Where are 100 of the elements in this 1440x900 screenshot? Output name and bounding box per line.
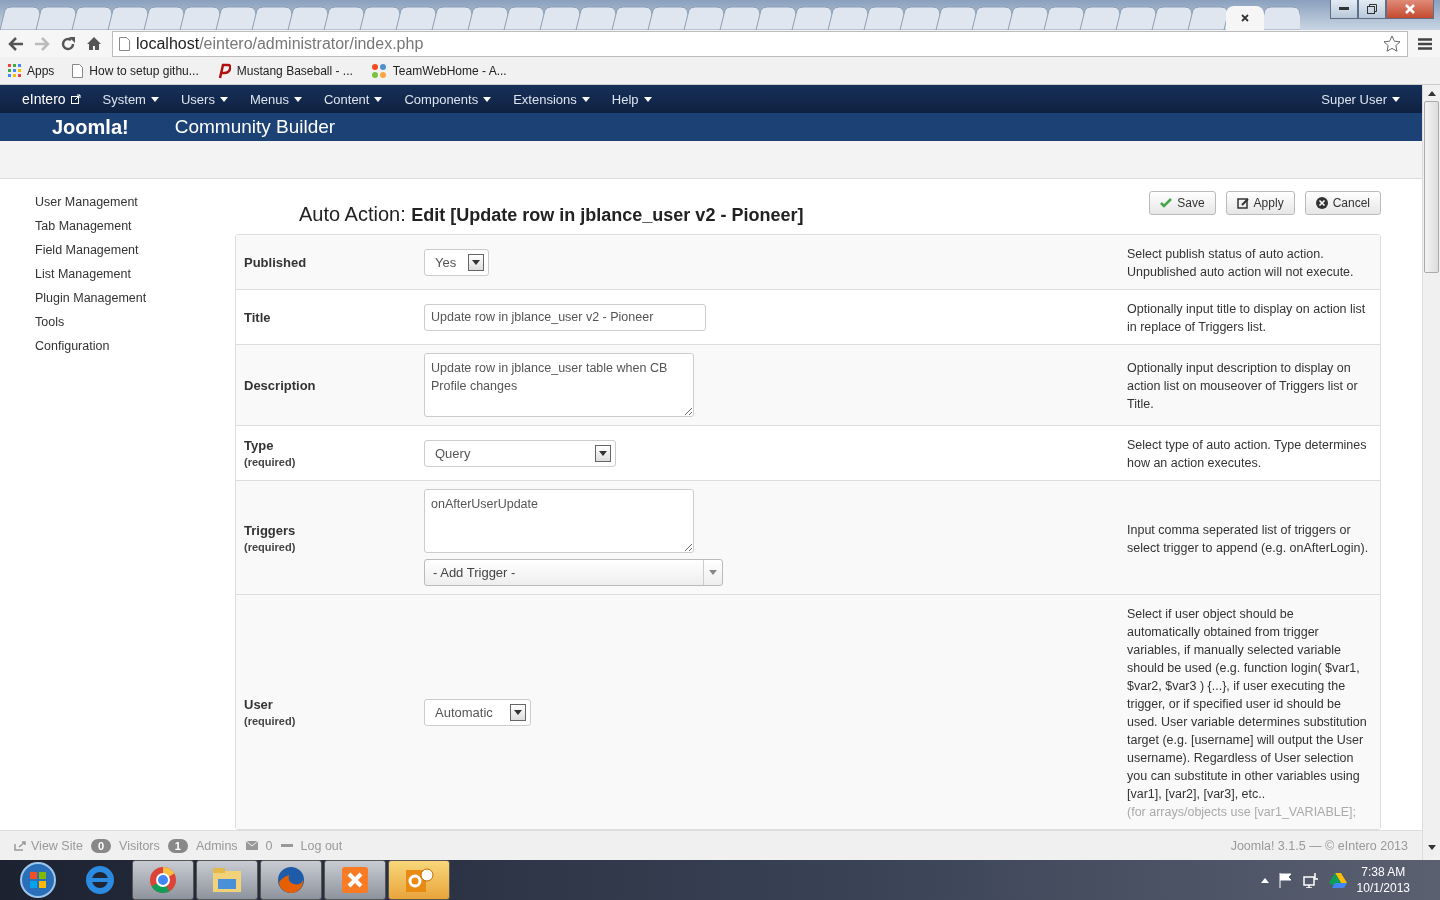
select-field[interactable]: Query (424, 439, 616, 467)
url-text: localhost/eintero/administrator/index.php (136, 34, 424, 53)
scroll-thumb[interactable] (1424, 101, 1439, 273)
external-link-icon (70, 94, 81, 104)
select-field[interactable]: Automatic (424, 698, 531, 726)
bookmark[interactable]: Apps (8, 63, 55, 78)
address-bar[interactable]: localhost/eintero/administrator/index.php (112, 30, 1408, 57)
scroll-up-icon[interactable] (1427, 91, 1436, 96)
component-title: Community Builder (174, 116, 336, 138)
nav-menu[interactable]: Help (611, 91, 652, 107)
field-label: Description (244, 377, 317, 393)
select-field[interactable]: Yes (424, 248, 489, 276)
taskbar-app-icon[interactable] (388, 860, 450, 900)
caret-icon (581, 96, 590, 102)
help-text: Optionally input description to display on action list on mouseover of Triggers list or Title. (1127, 360, 1359, 413)
taskbar-app-icon[interactable] (324, 860, 386, 900)
text-area[interactable]: onAfterUserUpdate (424, 489, 694, 553)
clock-time: 7:38 AM (1361, 864, 1406, 880)
flower-logo-icon (370, 62, 387, 79)
admins-label: Admins (195, 838, 238, 853)
nav-menu[interactable]: Content (323, 91, 383, 107)
taskbar-app-icon[interactable] (260, 860, 322, 900)
close-icon (1405, 4, 1415, 14)
text-field[interactable]: Update row in jblance_user v2 - Pioneer (424, 303, 706, 331)
caret-icon (293, 96, 302, 102)
sidebar-link[interactable]: Tools (35, 313, 235, 331)
nav-menu[interactable]: Users (180, 91, 228, 107)
text-area[interactable]: Update row in jblance_user table when CB Profile changes (424, 353, 694, 417)
field-label: Title (244, 309, 272, 325)
page-title: Auto Action: Edit [Update row in jblance_user v2 - Pioneer] (299, 203, 804, 226)
caret-icon (472, 259, 480, 265)
scroll-down-icon[interactable] (1427, 845, 1436, 850)
caret-icon (150, 96, 159, 102)
caret-icon (374, 96, 383, 102)
minus-icon (280, 844, 293, 847)
save-button[interactable]: Save (1149, 191, 1216, 215)
taskbar-app-icon[interactable] (132, 860, 194, 900)
nav-menu[interactable]: Menus (249, 91, 302, 107)
visitor-count: 0 (90, 838, 111, 853)
nav-menu[interactable]: Extensions (513, 91, 590, 107)
field-label: Published (244, 254, 308, 270)
sidebar-link[interactable]: Configuration (35, 337, 235, 355)
taskbar-app-icon[interactable] (196, 860, 258, 900)
apply-button[interactable]: Apply (1225, 191, 1295, 215)
sidebar-link[interactable]: Field Management (35, 241, 235, 259)
required-note: (required) (244, 456, 297, 468)
home-icon[interactable] (86, 36, 102, 51)
caret-icon (709, 570, 717, 575)
grid-icon (8, 64, 21, 77)
page-icon (119, 36, 130, 51)
sidebar-link[interactable]: Tab Management (35, 217, 235, 235)
p-logo-icon (216, 62, 231, 79)
help-text: Select type of auto action. Type determines how an action executes. (1127, 437, 1368, 472)
mail-icon (245, 841, 258, 850)
menu-icon[interactable] (1418, 37, 1432, 50)
caret-icon (219, 96, 228, 102)
close-button[interactable] (1386, 0, 1434, 19)
sidebar-link[interactable]: Plugin Management (35, 289, 235, 307)
nav-menu[interactable]: System (102, 91, 159, 107)
help-text: Select if user object should be automatically obtained from trigger variables, if manually selected variable should be used (e.g. function login( $var1, $var2, $var3 ) {...}, if user executing the trigger, or if specified user id should be used. User variable determines substitution target (e.g. [username] will output the User username). Regardless of User selection you can substitute in other variables using [var1], [var2], [var3], etc.. (1127, 606, 1368, 803)
field-label: Type (244, 438, 275, 453)
star-icon[interactable] (1383, 34, 1401, 53)
edit-icon (1236, 197, 1249, 209)
caret-up-icon[interactable] (1260, 877, 1269, 883)
caret-icon (643, 96, 652, 102)
restore-button[interactable] (1358, 0, 1386, 19)
field-label: User (244, 697, 274, 712)
triangle-logo-icon[interactable] (1328, 872, 1347, 888)
field-label: Triggers (244, 522, 297, 538)
caret-icon (599, 450, 607, 456)
back-icon[interactable] (8, 36, 24, 51)
caret-icon (483, 96, 492, 102)
clock-date: 10/1/2013 (1356, 880, 1410, 896)
message-count: 0 (265, 838, 273, 853)
flag-icon[interactable] (1278, 872, 1293, 888)
bookmark[interactable]: TeamWebHome - A... (370, 62, 507, 79)
help-text: Select publish status of auto action. Unpublished auto action will not execute. (1127, 246, 1355, 281)
close-icon[interactable] (1241, 14, 1249, 22)
help-text: Optionally input title to display on action list in replace of Triggers list. (1127, 301, 1367, 336)
scrollbar[interactable] (1422, 85, 1440, 860)
nav-menu[interactable]: Components (404, 91, 492, 107)
reload-icon[interactable] (60, 35, 76, 52)
trigger-dropdown[interactable]: - Add Trigger - (424, 559, 723, 586)
sidebar-link[interactable]: User Management (35, 193, 235, 211)
sidebar-link[interactable]: List Management (35, 265, 235, 283)
minimize-button[interactable] (1330, 0, 1358, 19)
cancel-icon (1315, 197, 1328, 209)
check-icon (1160, 198, 1173, 208)
restore-icon (1367, 4, 1377, 14)
caret-icon (514, 709, 522, 715)
visitors-label: Visitors (119, 838, 160, 853)
cancel-button[interactable]: Cancel (1304, 191, 1381, 215)
network-icon[interactable] (1302, 872, 1319, 888)
bookmark[interactable]: How to setup githu... (72, 63, 199, 78)
bookmark[interactable]: Mustang Baseball - ... (216, 62, 353, 79)
user-menu[interactable]: Super User (1321, 91, 1400, 107)
site-link[interactable]: eIntero (22, 91, 81, 107)
windows-logo-icon (19, 861, 57, 899)
help-text: Input comma seperated list of triggers or select trigger to append (e.g. onAfterLogin). (1127, 521, 1370, 557)
caret-icon (1392, 96, 1400, 102)
